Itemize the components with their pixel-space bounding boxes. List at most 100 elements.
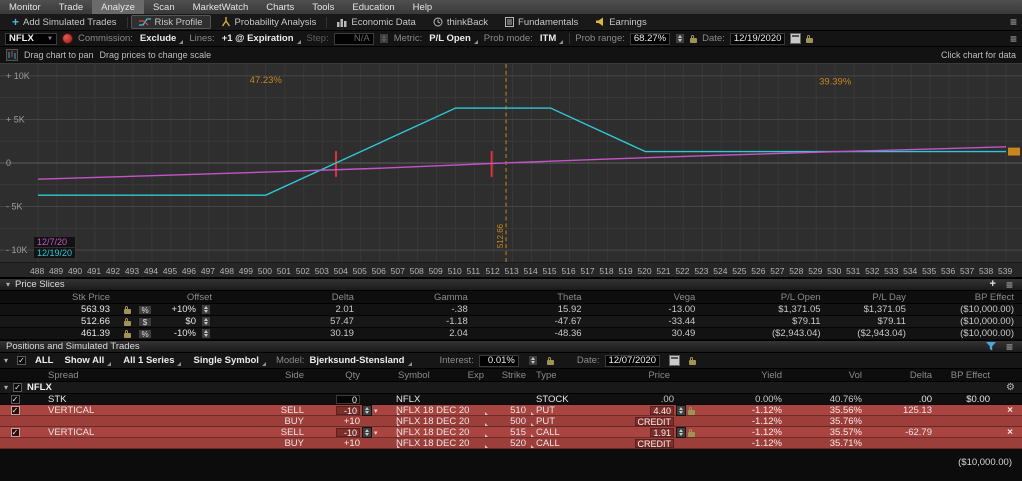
ps-col-header[interactable]: P/L Day bbox=[829, 291, 914, 303]
slice-stepper[interactable] bbox=[198, 316, 214, 327]
all-checkbox[interactable]: ✓ bbox=[17, 356, 26, 365]
lock-icon[interactable] bbox=[806, 38, 813, 43]
qty-input[interactable]: -10 bbox=[336, 428, 360, 437]
qty-input[interactable]: -10 bbox=[336, 406, 360, 415]
position-checkbox[interactable]: ✓ bbox=[11, 428, 20, 437]
slice-mode-button[interactable]: % bbox=[136, 304, 154, 315]
type-cell[interactable]: PUT bbox=[530, 405, 594, 416]
lock-icon[interactable] bbox=[124, 333, 131, 338]
pos-col-header[interactable]: Delta bbox=[868, 369, 938, 381]
stepper[interactable] bbox=[362, 405, 372, 416]
pos-col-header[interactable]: Vol bbox=[788, 369, 868, 381]
price-input[interactable]: 1.91 bbox=[650, 428, 674, 437]
menu-icon[interactable]: ≡ bbox=[1010, 17, 1017, 27]
stepper[interactable] bbox=[362, 427, 372, 438]
strike-cell[interactable]: 520 bbox=[484, 438, 530, 449]
lock-icon[interactable] bbox=[690, 38, 697, 43]
stepper[interactable] bbox=[201, 304, 211, 315]
prob-range-stepper[interactable] bbox=[675, 33, 685, 44]
qty-cell[interactable]: -10 bbox=[310, 427, 360, 438]
qty-cell[interactable]: +10 bbox=[310, 416, 360, 427]
slice-offset[interactable]: +10% bbox=[154, 304, 198, 315]
price-cell[interactable]: 1.91 bbox=[594, 427, 674, 438]
slice-price[interactable]: 512.66 bbox=[0, 316, 118, 327]
price-input[interactable]: 4.40 bbox=[650, 406, 674, 415]
risk-profile-tab[interactable]: Risk Profile bbox=[131, 15, 211, 29]
position-checkbox[interactable]: ✓ bbox=[11, 406, 20, 415]
type-cell[interactable]: PUT bbox=[530, 416, 594, 427]
add-slice-button[interactable]: + bbox=[990, 280, 996, 289]
qty-input[interactable]: 0 bbox=[336, 395, 360, 404]
ps-col-header[interactable]: Delta bbox=[214, 291, 362, 303]
qty-cell[interactable]: +10 bbox=[310, 438, 360, 449]
prob-range-input[interactable]: 68.27% bbox=[630, 33, 670, 45]
slice-stepper[interactable] bbox=[198, 304, 214, 315]
collapse-arrow[interactable]: ▾ bbox=[6, 280, 10, 289]
chart-icon[interactable] bbox=[6, 49, 18, 61]
menu-help[interactable]: Help bbox=[404, 0, 442, 14]
menu-charts[interactable]: Charts bbox=[257, 0, 303, 14]
pos-col-header[interactable]: Yield bbox=[708, 369, 788, 381]
symbol-combo[interactable]: NFLX ▼ bbox=[5, 33, 57, 45]
pos-col-header[interactable]: Symbol bbox=[396, 369, 450, 381]
lock-icon[interactable] bbox=[124, 309, 131, 314]
stepper[interactable] bbox=[676, 405, 686, 416]
metric-dropdown[interactable]: P/L Open bbox=[427, 33, 479, 45]
ps-col-header[interactable]: Theta bbox=[476, 291, 590, 303]
ps-col-header[interactable]: Vega bbox=[590, 291, 704, 303]
show-all-dropdown[interactable]: Show All bbox=[62, 355, 112, 367]
slice-offset[interactable]: -10% bbox=[154, 328, 198, 339]
lock-icon[interactable] bbox=[688, 410, 695, 415]
prob-mode-dropdown[interactable]: ITM bbox=[538, 33, 564, 45]
type-cell[interactable]: CALL bbox=[530, 438, 594, 449]
slice-mode-button[interactable]: $ bbox=[136, 316, 154, 327]
economic-data-button[interactable]: Economic Data bbox=[330, 15, 422, 29]
series-dropdown[interactable]: All 1 Series bbox=[121, 355, 182, 367]
chevron-down-icon[interactable]: ▾ bbox=[374, 429, 378, 437]
model-dropdown[interactable]: Bjerksund-Stensland bbox=[307, 355, 412, 367]
group-checkbox[interactable]: ✓ bbox=[13, 383, 22, 392]
lock-icon[interactable] bbox=[689, 360, 696, 365]
slice-lock[interactable] bbox=[118, 304, 136, 315]
link-color-dot[interactable] bbox=[62, 33, 73, 44]
pos-col-header[interactable]: Spread bbox=[30, 369, 170, 381]
ps-col-header[interactable]: Gamma bbox=[362, 291, 476, 303]
risk-profile-chart[interactable]: 47.23%39.39%512.66+ 10K+ 5K0- 5K- 10K 12… bbox=[0, 63, 1022, 263]
strike-cell[interactable]: 515 bbox=[484, 427, 530, 438]
analysis-date-input[interactable]: 12/19/2020 bbox=[730, 33, 786, 45]
chevron-down-icon[interactable]: ▾ bbox=[374, 407, 378, 415]
ps-col-header[interactable]: Stk Price bbox=[0, 291, 118, 303]
add-simulated-trades-button[interactable]: + Add Simulated Trades bbox=[5, 15, 124, 29]
menu-trade[interactable]: Trade bbox=[50, 0, 92, 14]
menu-monitor[interactable]: Monitor bbox=[0, 0, 50, 14]
position-checkbox[interactable]: ✓ bbox=[11, 395, 20, 404]
collapse-arrow[interactable]: ▾ bbox=[4, 356, 8, 365]
type-cell[interactable]: CALL bbox=[530, 427, 594, 438]
chart-x-axis[interactable]: 4884894904914924934944954964974984995005… bbox=[0, 263, 1022, 278]
qty-cell[interactable]: 0 bbox=[310, 394, 360, 405]
slice-mode-button[interactable]: % bbox=[136, 328, 154, 339]
pos-col-header[interactable]: BP Effect bbox=[938, 369, 998, 381]
filter-icon[interactable] bbox=[986, 342, 996, 351]
menu-icon[interactable]: ≡ bbox=[1006, 280, 1013, 290]
slice-mode-label[interactable]: $ bbox=[138, 317, 152, 327]
stepper[interactable] bbox=[676, 427, 686, 438]
qty-cell[interactable]: -10 bbox=[310, 405, 360, 416]
earnings-button[interactable]: Earnings bbox=[588, 15, 654, 29]
menu-analyze[interactable]: Analyze bbox=[92, 0, 144, 14]
symbol-mode-dropdown[interactable]: Single Symbol bbox=[191, 355, 266, 367]
ps-col-header[interactable]: BP Effect bbox=[914, 291, 1022, 303]
lines-dropdown[interactable]: +1 @ Expiration bbox=[220, 33, 302, 45]
pos-col-header[interactable]: Price bbox=[594, 369, 674, 381]
strike-cell[interactable]: 510 bbox=[484, 405, 530, 416]
symbol-cell[interactable]: NFLX 18 DEC 20 bbox=[396, 405, 450, 416]
interest-stepper[interactable] bbox=[528, 355, 538, 366]
price-cell[interactable]: CREDIT bbox=[594, 438, 674, 449]
fundamentals-button[interactable]: Fundamentals bbox=[498, 15, 585, 29]
commission-dropdown[interactable]: Exclude bbox=[138, 33, 184, 45]
calendar-icon[interactable] bbox=[669, 355, 680, 366]
pos-col-header[interactable]: Qty bbox=[310, 369, 360, 381]
calendar-icon[interactable] bbox=[790, 33, 801, 44]
lock-icon[interactable] bbox=[124, 321, 131, 326]
slice-mode-label[interactable]: % bbox=[138, 305, 152, 315]
